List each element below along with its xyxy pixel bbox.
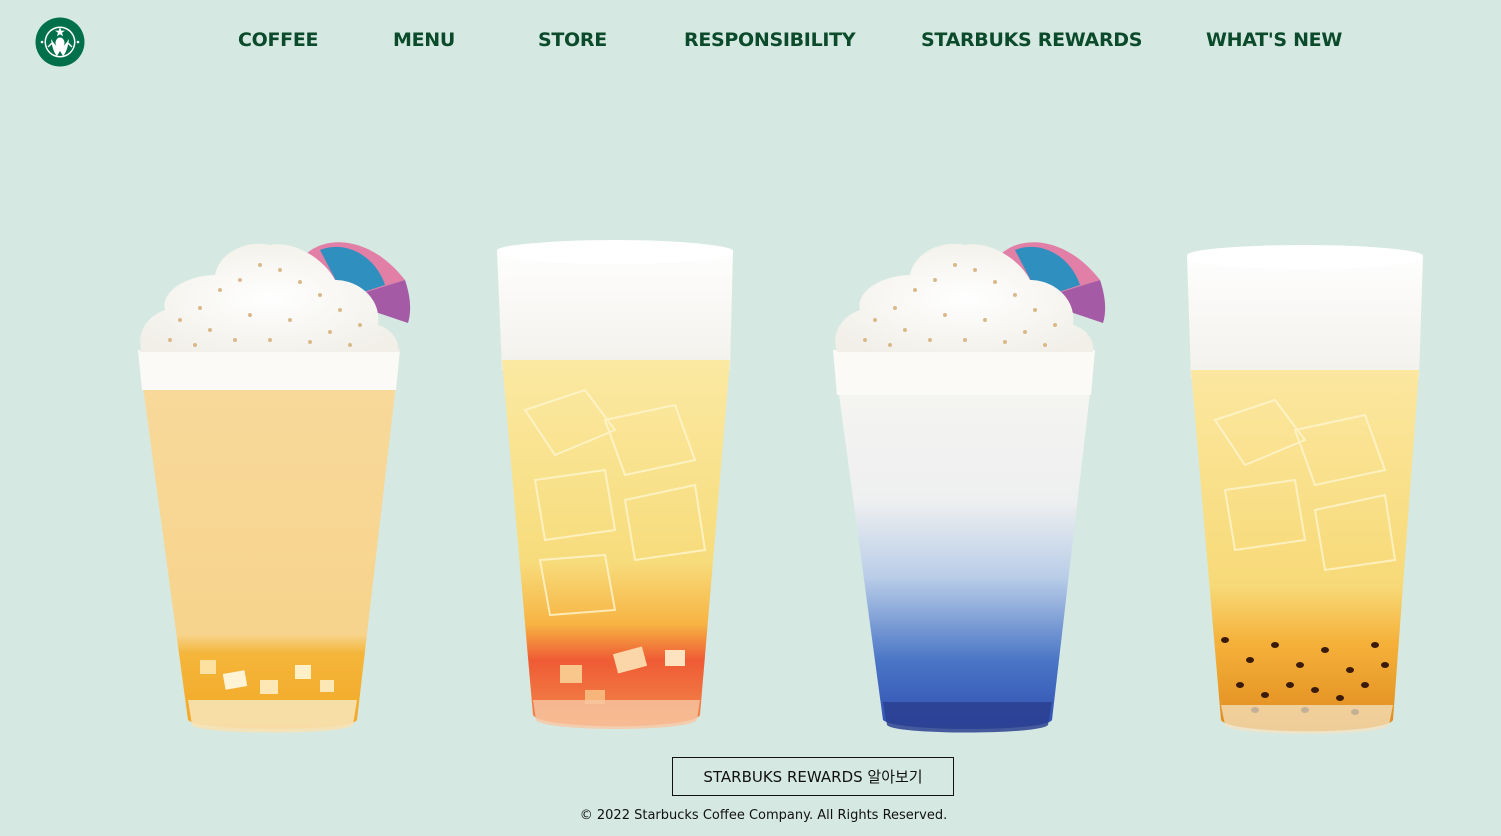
nav-item-menu[interactable]: MENU — [393, 26, 455, 54]
page: COFFEE MENU STORE RESPONSIBILITY STARBUK… — [0, 0, 1501, 836]
drink-showcase — [0, 220, 1501, 750]
drink-image-2 — [465, 220, 765, 745]
starbuks-rewards-button[interactable]: STARBUKS REWARDS 알아보기 — [672, 757, 954, 796]
nav-item-starbuks-rewards[interactable]: STARBUKS REWARDS — [921, 26, 1142, 54]
nav-item-responsibility[interactable]: RESPONSIBILITY — [684, 26, 856, 54]
nav-item-whats-new[interactable]: WHAT'S NEW — [1206, 26, 1342, 54]
drink-image-4 — [1155, 220, 1455, 745]
drink-image-3 — [815, 220, 1115, 745]
copyright-text: © 2022 Starbucks Coffee Company. All Rig… — [579, 808, 948, 823]
nav-item-coffee[interactable]: COFFEE — [238, 26, 319, 54]
drink-image-1 — [120, 220, 420, 745]
main-nav: COFFEE MENU STORE RESPONSIBILITY STARBUK… — [0, 26, 1501, 54]
nav-item-store[interactable]: STORE — [538, 26, 607, 54]
